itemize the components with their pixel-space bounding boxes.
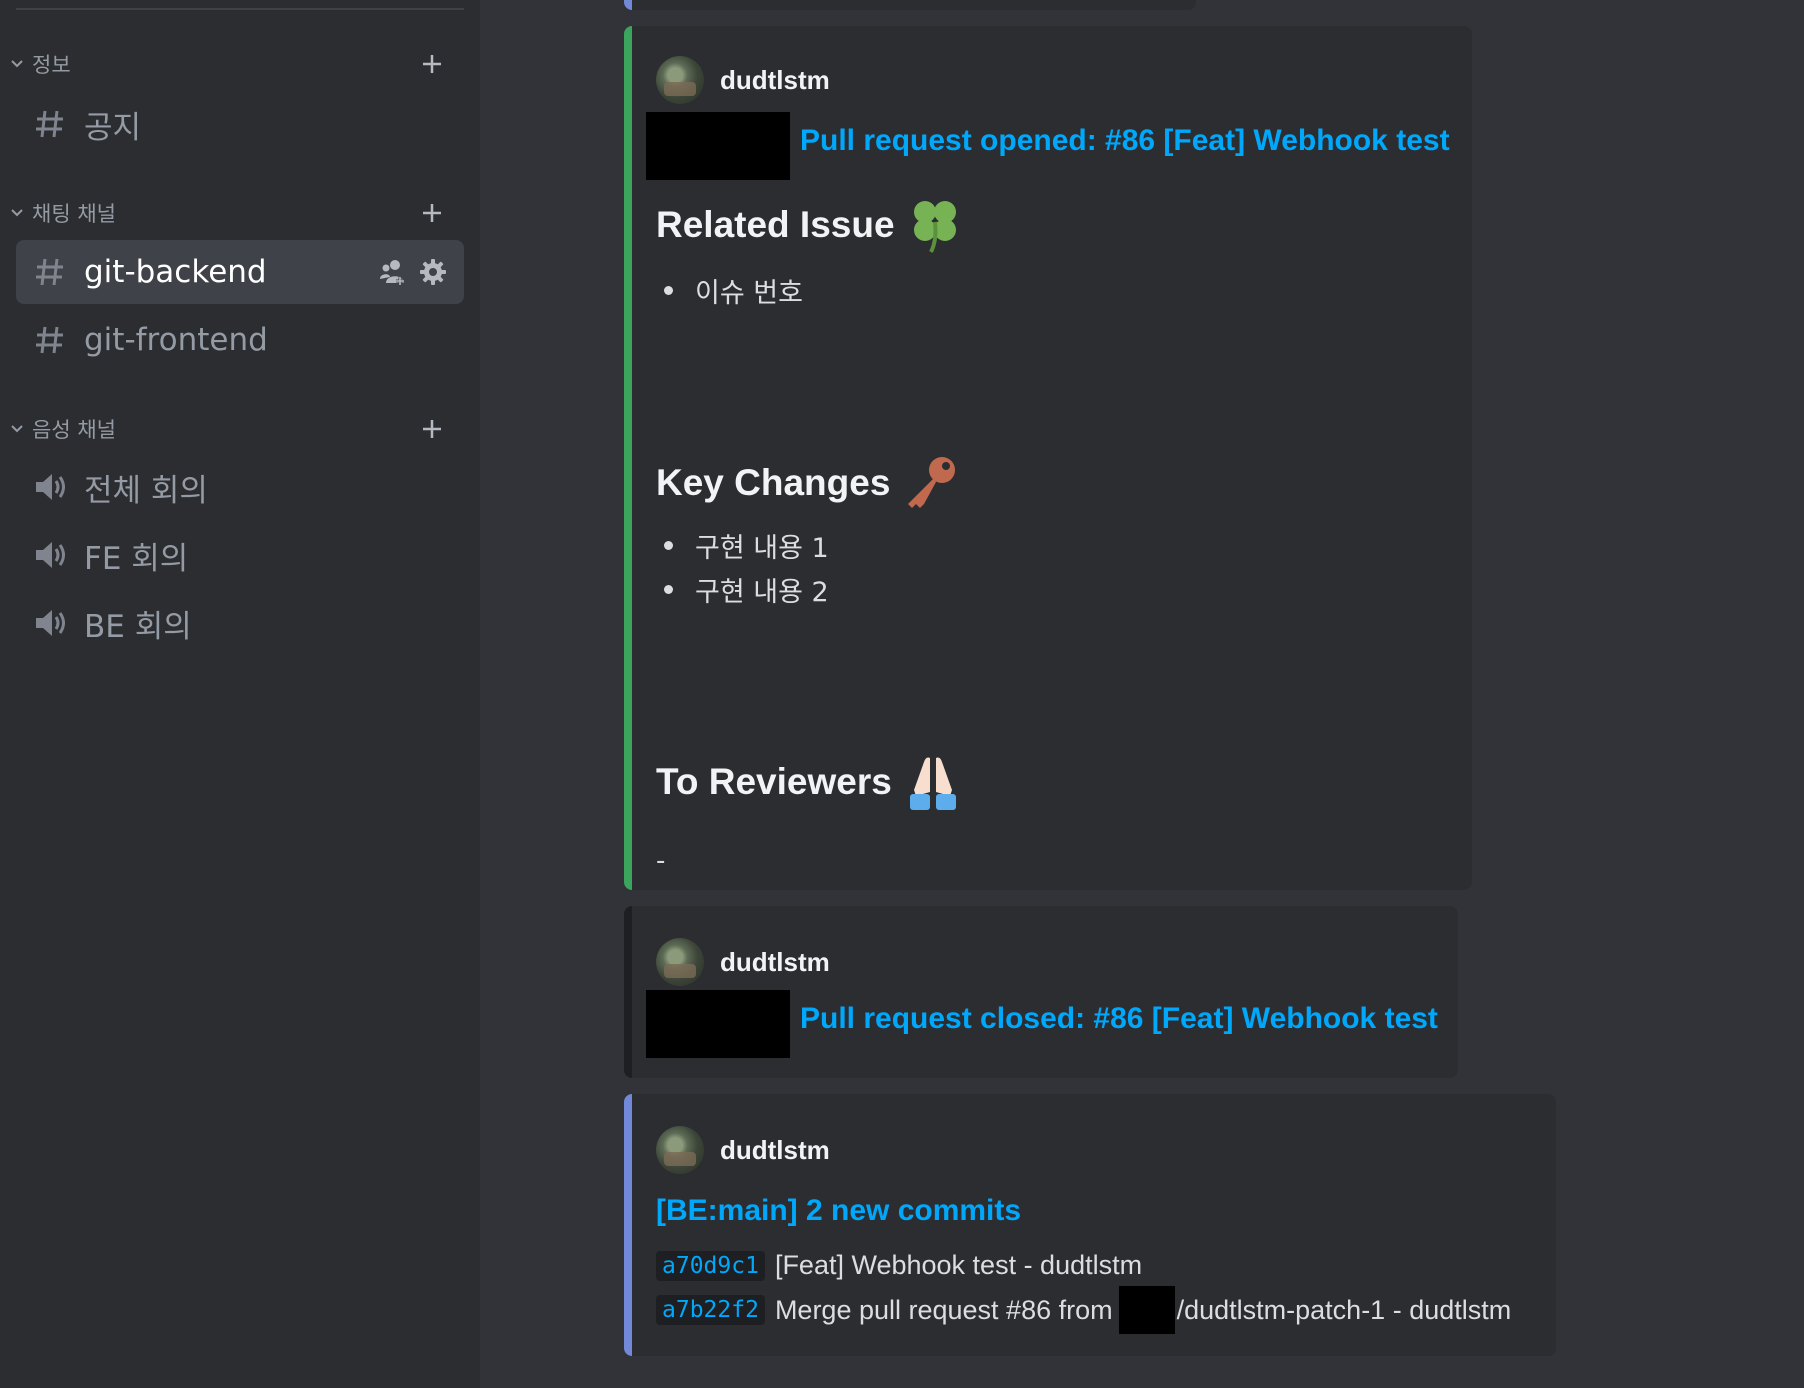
sidebar-divider: [16, 8, 464, 10]
gear-icon[interactable]: [416, 255, 450, 289]
embed-title-link[interactable]: [BE:main] 2 new commits: [656, 1194, 1021, 1228]
section-heading: Key Changes: [656, 454, 960, 512]
category-voice-channels[interactable]: 음성 채널: [0, 411, 480, 447]
redacted-block: [646, 112, 790, 180]
channel-item-notice[interactable]: 공지: [16, 92, 464, 156]
bullet-list: 구현 내용 1 구현 내용 2: [656, 523, 829, 611]
chevron-down-icon: [2, 424, 32, 434]
previous-embed-bottom: [624, 0, 1196, 10]
commit-hash-link[interactable]: a70d9c1: [656, 1250, 765, 1281]
channel-item-fe-meeting[interactable]: FE 회의: [16, 523, 464, 587]
embed-title-link[interactable]: Pull request opened: #86 [Feat] Webhook …: [800, 124, 1450, 158]
channel-label: git-frontend: [84, 322, 268, 358]
section-heading: Related Issue: [656, 196, 963, 254]
add-channel-icon[interactable]: [412, 46, 452, 82]
speaker-icon: [32, 605, 68, 641]
embed-pr-closed: dudtlstm Pull request closed: #86 [Feat]…: [624, 906, 1458, 1078]
channel-label: FE 회의: [84, 540, 189, 577]
category-label: 정보: [32, 53, 71, 77]
author-name[interactable]: dudtlstm: [720, 65, 830, 96]
add-channel-icon[interactable]: [412, 411, 452, 447]
category-label: 음성 채널: [32, 418, 116, 442]
embed-pr-opened: dudtlstm Pull request opened: #86 [Feat]…: [624, 26, 1472, 890]
invite-user-icon[interactable]: [376, 255, 410, 289]
speaker-icon: [32, 469, 68, 505]
channel-item-be-meeting[interactable]: BE 회의: [16, 591, 464, 655]
folded-hands-icon: [904, 752, 962, 812]
list-item: 구현 내용 1: [656, 523, 829, 567]
channel-sidebar: 정보 공지 채팅 채널 git-backend git-frontend 음성 …: [0, 0, 480, 1388]
list-item: 구현 내용 2: [656, 567, 829, 611]
section-text: -: [656, 846, 666, 876]
commit-row: a7b22f2 Merge pull request #86 from /dud…: [656, 1286, 1511, 1334]
channel-label: BE 회의: [84, 608, 192, 645]
speaker-icon: [32, 537, 68, 573]
hashtag-icon: [32, 322, 68, 358]
chevron-down-icon: [2, 59, 32, 69]
embed-author: dudtlstm: [656, 1126, 830, 1174]
category-chat-channels[interactable]: 채팅 채널: [0, 195, 480, 231]
author-name[interactable]: dudtlstm: [720, 947, 830, 978]
channel-item-all-meeting[interactable]: 전체 회의: [16, 455, 464, 519]
channel-label: 전체 회의: [84, 472, 208, 509]
category-info[interactable]: 정보: [0, 46, 480, 82]
avatar[interactable]: [656, 938, 704, 986]
redacted-block: [1118, 1286, 1175, 1334]
hashtag-icon: [32, 254, 68, 290]
author-name[interactable]: dudtlstm: [720, 1135, 830, 1166]
channel-item-git-backend[interactable]: git-backend: [16, 240, 464, 304]
embed-title-link[interactable]: Pull request closed: #86 [Feat] Webhook …: [800, 1002, 1438, 1036]
bullet-list: 이슈 번호: [656, 268, 803, 312]
hashtag-icon: [32, 106, 68, 142]
redacted-block: [646, 990, 790, 1058]
chevron-down-icon: [2, 208, 32, 218]
channel-item-git-frontend[interactable]: git-frontend: [16, 308, 464, 372]
category-label: 채팅 채널: [32, 202, 116, 226]
add-channel-icon[interactable]: [412, 195, 452, 231]
embed-author: dudtlstm: [656, 56, 830, 104]
avatar[interactable]: [656, 56, 704, 104]
commit-hash-link[interactable]: a7b22f2: [656, 1295, 765, 1325]
commit-message: [Feat] Webhook test - dudtlstm: [774, 1250, 1143, 1280]
embed-author: dudtlstm: [656, 938, 830, 986]
section-heading: To Reviewers: [656, 752, 962, 812]
commit-message-prefix: Merge pull request #86 from: [774, 1294, 1113, 1325]
embed-new-commits: dudtlstm [BE:main] 2 new commits a70d9c1…: [624, 1094, 1556, 1356]
commit-message-suffix: /dudtlstm-patch-1 - dudtlstm: [1176, 1294, 1512, 1325]
avatar[interactable]: [656, 1126, 704, 1174]
key-icon: [902, 454, 960, 512]
channel-label: git-backend: [84, 254, 267, 290]
channel-label: 공지: [84, 109, 142, 146]
commit-row: a70d9c1 [Feat] Webhook test - dudtlstm: [656, 1250, 1142, 1281]
list-item: 이슈 번호: [656, 268, 803, 312]
four-leaf-clover-icon: [907, 196, 963, 254]
